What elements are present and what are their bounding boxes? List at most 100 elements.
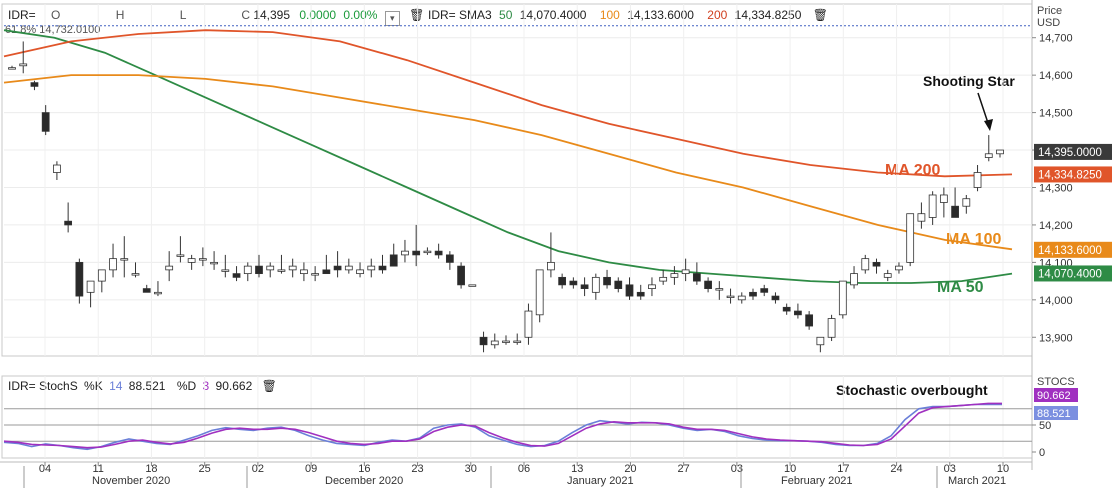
candle-body <box>704 280 712 289</box>
candle <box>333 251 342 278</box>
candle-body <box>154 291 162 295</box>
candle <box>131 262 140 278</box>
candle-body <box>53 164 61 173</box>
candle-body <box>232 273 241 278</box>
candle <box>210 251 218 270</box>
day-tick-label: 24 <box>890 463 902 475</box>
day-tick-label: 17 <box>837 463 849 475</box>
candle <box>198 247 207 267</box>
candle <box>255 254 263 278</box>
candle <box>75 258 84 304</box>
candle <box>906 213 915 267</box>
candle <box>973 165 982 192</box>
ma50-tag: 14,070.4000 <box>1038 268 1102 280</box>
candle <box>277 254 286 274</box>
day-tick-label: 06 <box>518 463 530 475</box>
candle-body <box>344 265 353 271</box>
candle-body <box>928 194 937 218</box>
price-tick-label: 14,600 <box>1039 70 1073 82</box>
candle <box>771 292 780 304</box>
candle-body <box>367 265 376 271</box>
candle-body <box>30 82 39 87</box>
day-tick-label: 10 <box>997 463 1009 475</box>
day-tick-label: 20 <box>624 463 636 475</box>
candle-body <box>805 314 814 327</box>
candle-body <box>255 265 263 275</box>
candle-body <box>266 265 275 271</box>
candle-body <box>333 265 342 271</box>
price-tick-label: 14,700 <box>1039 33 1073 45</box>
candle <box>704 277 712 293</box>
candle <box>479 331 488 353</box>
candle-body <box>187 258 196 263</box>
candle <box>97 269 106 293</box>
last-price-tag: 14,395.0000 <box>1038 147 1102 159</box>
candle <box>187 254 196 270</box>
candle-body <box>311 273 320 276</box>
candle-body <box>378 265 387 271</box>
candle <box>535 269 544 323</box>
shooting-star-arrowhead <box>984 119 993 131</box>
candle-body <box>917 213 926 222</box>
candle-body <box>389 254 398 267</box>
day-tick-label: 27 <box>678 463 690 475</box>
candle <box>749 288 757 300</box>
candle-body <box>401 250 409 256</box>
price-panel-frame <box>1 3 1033 357</box>
candle-body <box>715 288 724 291</box>
candle-body <box>681 269 690 275</box>
candle <box>636 284 645 300</box>
candle-body <box>659 276 668 282</box>
candle-body <box>603 276 611 286</box>
candle <box>176 236 185 263</box>
candle <box>8 65 16 70</box>
day-tick-label: 16 <box>358 463 370 475</box>
candle-body <box>423 250 432 254</box>
candle <box>659 269 668 285</box>
day-tick-label: 03 <box>944 463 956 475</box>
stoch-tick-label: 50 <box>1039 420 1051 432</box>
candle <box>445 251 454 270</box>
candle-body <box>939 194 948 203</box>
stoch-panel-frame <box>1 375 1033 459</box>
candle-body <box>872 261 881 267</box>
stoch-tick-label: 0 <box>1039 447 1045 459</box>
day-tick-label: 02 <box>252 463 264 475</box>
candle-body <box>535 269 544 316</box>
candle <box>670 266 679 285</box>
candle-body <box>64 220 73 226</box>
candle-body <box>142 288 151 293</box>
candle <box>423 247 432 255</box>
candle-body <box>176 254 185 257</box>
candle-body <box>19 63 28 67</box>
candle-body <box>636 291 645 297</box>
candle-body <box>457 265 465 286</box>
stoch-d-tag: 90.662 <box>1037 390 1071 402</box>
candle <box>30 80 39 91</box>
candle <box>591 273 600 300</box>
candle-body <box>502 340 510 343</box>
candle-body <box>906 213 915 263</box>
candle <box>300 262 308 282</box>
candle-body <box>524 310 533 338</box>
candle <box>243 262 252 282</box>
candle-body <box>760 288 769 293</box>
candle-body <box>8 67 16 70</box>
candle-body <box>434 250 443 256</box>
candle <box>715 281 724 300</box>
candle <box>805 311 814 330</box>
candle-body <box>737 295 746 301</box>
candle <box>692 262 701 285</box>
candle-body <box>86 280 95 293</box>
candle-body <box>165 265 174 271</box>
candle-body <box>322 269 331 275</box>
candle <box>457 262 465 289</box>
ma100-line <box>3 74 1013 251</box>
candle <box>648 277 656 297</box>
ma200-line <box>3 29 1013 178</box>
candle <box>109 243 117 278</box>
candle-body <box>210 261 218 265</box>
candle <box>827 314 836 342</box>
candle <box>266 262 275 278</box>
price-tick-label: 14,500 <box>1039 108 1073 120</box>
